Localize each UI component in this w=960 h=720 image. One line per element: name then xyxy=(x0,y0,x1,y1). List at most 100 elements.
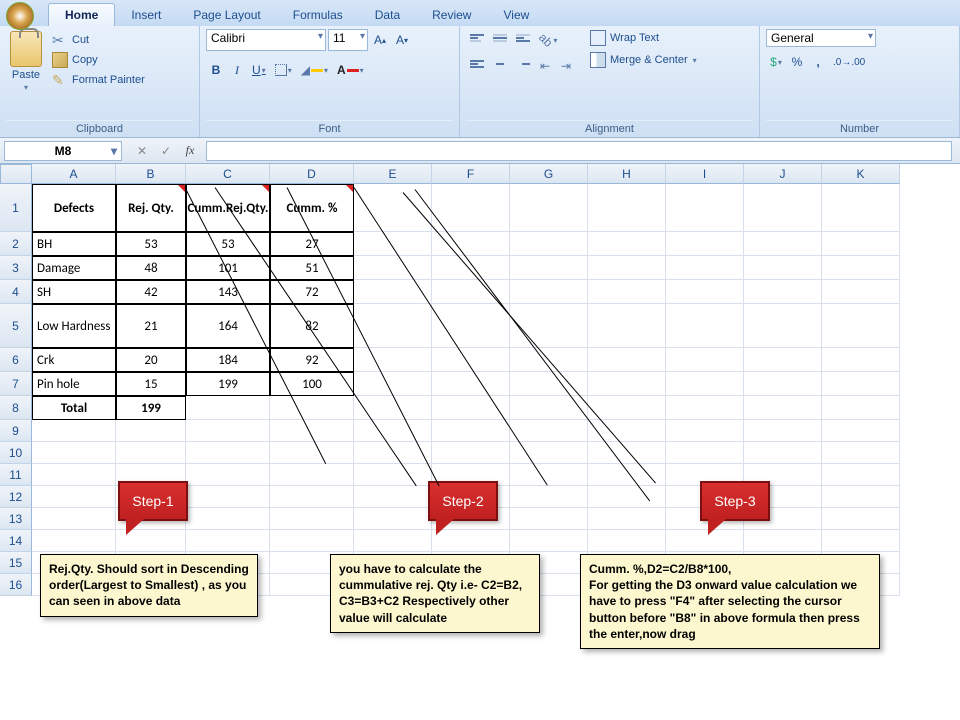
cell-I5[interactable] xyxy=(666,304,744,348)
cell-E2[interactable] xyxy=(354,232,432,256)
cell-J8[interactable] xyxy=(744,396,822,420)
cell-G8[interactable] xyxy=(510,396,588,420)
cell-F9[interactable] xyxy=(432,420,510,442)
cell-K5[interactable] xyxy=(822,304,900,348)
percent-button[interactable]: % xyxy=(787,51,807,73)
data-cell-B3[interactable]: 48 xyxy=(116,256,186,280)
row-header-8[interactable]: 8 xyxy=(0,396,32,420)
col-header-H[interactable]: H xyxy=(588,164,666,184)
select-all-button[interactable] xyxy=(0,164,32,184)
col-header-K[interactable]: K xyxy=(822,164,900,184)
font-color-button[interactable]: A xyxy=(333,59,368,81)
cell-E12[interactable] xyxy=(354,486,432,508)
row-header-12[interactable]: 12 xyxy=(0,486,32,508)
cell-J1[interactable] xyxy=(744,184,822,232)
cell-I6[interactable] xyxy=(666,348,744,372)
copy-button[interactable]: Copy xyxy=(50,51,147,69)
tab-page-layout[interactable]: Page Layout xyxy=(177,4,276,26)
col-header-F[interactable]: F xyxy=(432,164,510,184)
cell-C13[interactable] xyxy=(186,508,270,530)
row-header-4[interactable]: 4 xyxy=(0,280,32,304)
cell-I14[interactable] xyxy=(666,530,744,552)
cell-A13[interactable] xyxy=(32,508,116,530)
data-cell-C3[interactable]: 101 xyxy=(186,256,270,280)
data-cell-B2[interactable]: 53 xyxy=(116,232,186,256)
cell-H9[interactable] xyxy=(588,420,666,442)
merge-center-button[interactable]: Merge & Center xyxy=(588,51,699,69)
cell-C9[interactable] xyxy=(186,420,270,442)
col-header-A[interactable]: A xyxy=(32,164,116,184)
cell-D8[interactable] xyxy=(270,396,354,420)
data-cell-D5[interactable]: 82 xyxy=(270,304,354,348)
data-cell-D3[interactable]: 51 xyxy=(270,256,354,280)
cell-G14[interactable] xyxy=(510,530,588,552)
align-bottom-button[interactable] xyxy=(512,29,534,51)
tab-data[interactable]: Data xyxy=(359,4,416,26)
data-cell-C6[interactable]: 184 xyxy=(186,348,270,372)
cell-E8[interactable] xyxy=(354,396,432,420)
cell-H7[interactable] xyxy=(588,372,666,396)
underline-button[interactable]: U xyxy=(248,59,270,81)
cell-H10[interactable] xyxy=(588,442,666,464)
data-cell-B6[interactable]: 20 xyxy=(116,348,186,372)
cell-K3[interactable] xyxy=(822,256,900,280)
align-top-button[interactable] xyxy=(466,29,488,51)
cell-E7[interactable] xyxy=(354,372,432,396)
cell-J5[interactable] xyxy=(744,304,822,348)
fx-icon[interactable]: fx xyxy=(182,143,198,159)
cell-F1[interactable] xyxy=(432,184,510,232)
row-header-5[interactable]: 5 xyxy=(0,304,32,348)
cell-G9[interactable] xyxy=(510,420,588,442)
align-middle-button[interactable] xyxy=(489,29,511,51)
row-header-10[interactable]: 10 xyxy=(0,442,32,464)
data-cell-A4[interactable]: SH xyxy=(32,280,116,304)
data-cell-B1[interactable]: Rej. Qty. xyxy=(116,184,186,232)
cell-B10[interactable] xyxy=(116,442,186,464)
cell-E6[interactable] xyxy=(354,348,432,372)
cell-K1[interactable] xyxy=(822,184,900,232)
data-cell-B8[interactable]: 199 xyxy=(116,396,186,420)
cell-H3[interactable] xyxy=(588,256,666,280)
cell-A12[interactable] xyxy=(32,486,116,508)
data-cell-A3[interactable]: Damage xyxy=(32,256,116,280)
cell-F3[interactable] xyxy=(432,256,510,280)
cell-I2[interactable] xyxy=(666,232,744,256)
currency-button[interactable]: $ xyxy=(766,51,786,73)
cell-H4[interactable] xyxy=(588,280,666,304)
cell-H13[interactable] xyxy=(588,508,666,530)
cell-F7[interactable] xyxy=(432,372,510,396)
cell-H14[interactable] xyxy=(588,530,666,552)
data-cell-B4[interactable]: 42 xyxy=(116,280,186,304)
cell-A10[interactable] xyxy=(32,442,116,464)
cell-C14[interactable] xyxy=(186,530,270,552)
paste-button[interactable]: Paste ▾ xyxy=(6,29,46,120)
cell-E14[interactable] xyxy=(354,530,432,552)
data-cell-A6[interactable]: Crk xyxy=(32,348,116,372)
cell-G4[interactable] xyxy=(510,280,588,304)
cell-J2[interactable] xyxy=(744,232,822,256)
cell-J7[interactable] xyxy=(744,372,822,396)
font-name-combo[interactable]: Calibri xyxy=(206,29,326,51)
italic-button[interactable]: I xyxy=(227,59,247,81)
cell-E9[interactable] xyxy=(354,420,432,442)
cell-D12[interactable] xyxy=(270,486,354,508)
cell-E1[interactable] xyxy=(354,184,432,232)
font-size-combo[interactable]: 11 xyxy=(328,29,368,51)
cell-C12[interactable] xyxy=(186,486,270,508)
cell-J14[interactable] xyxy=(744,530,822,552)
tab-home[interactable]: Home xyxy=(48,3,115,26)
cell-K12[interactable] xyxy=(822,486,900,508)
cell-K4[interactable] xyxy=(822,280,900,304)
row-header-14[interactable]: 14 xyxy=(0,530,32,552)
data-cell-D4[interactable]: 72 xyxy=(270,280,354,304)
col-header-J[interactable]: J xyxy=(744,164,822,184)
cell-K2[interactable] xyxy=(822,232,900,256)
row-header-3[interactable]: 3 xyxy=(0,256,32,280)
cell-I7[interactable] xyxy=(666,372,744,396)
cut-button[interactable]: ✂Cut xyxy=(50,31,147,49)
data-cell-A7[interactable]: Pin hole xyxy=(32,372,116,396)
data-cell-B5[interactable]: 21 xyxy=(116,304,186,348)
office-button[interactable] xyxy=(6,2,34,30)
row-header-1[interactable]: 1 xyxy=(0,184,32,232)
row-header-6[interactable]: 6 xyxy=(0,348,32,372)
